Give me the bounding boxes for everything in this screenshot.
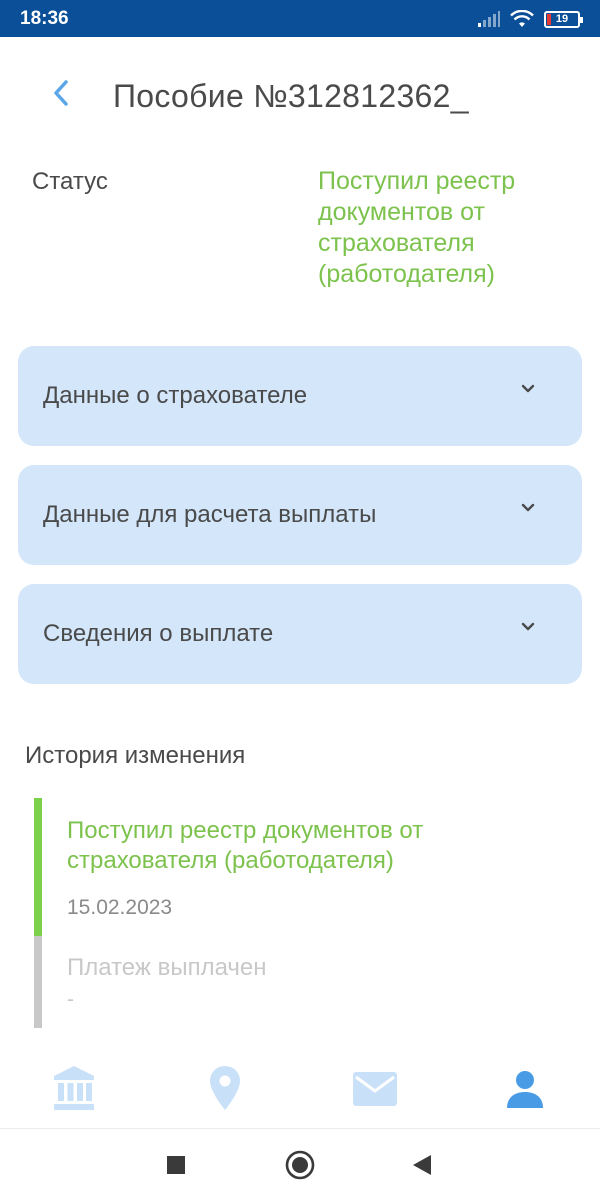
status-value: Поступил реестр документов от страховате… — [318, 167, 516, 288]
accordion-insurer-data[interactable]: Данные о страхователе — [18, 346, 582, 446]
accordion-payment-info[interactable]: Сведения о выплате — [18, 584, 582, 684]
history-title: История изменения — [25, 742, 246, 769]
clock: 18:36 — [20, 8, 69, 29]
accordion-payment-calc-data[interactable]: Данные для расчета выплаты — [18, 465, 582, 565]
battery-level: 19 — [555, 13, 569, 25]
status-bar: 18:36 19 — [0, 0, 600, 37]
signal-icon — [478, 11, 500, 27]
recent-apps-icon[interactable] — [166, 1155, 186, 1175]
chevron-down-icon — [521, 384, 535, 393]
back-button[interactable] — [46, 76, 76, 110]
history-item-date: 15.02.2023 — [67, 896, 173, 919]
accordion-label: Данные о страхователе — [43, 382, 308, 409]
status-icons: 19 — [478, 8, 583, 30]
status-label: Статус — [32, 168, 108, 195]
profile-icon[interactable] — [505, 1070, 545, 1110]
history-item-text: Поступил реестр документов от страховате… — [67, 817, 424, 874]
history-timeline-done — [34, 798, 42, 936]
wifi-icon — [510, 10, 534, 27]
accordion-label: Данные для расчета выплаты — [43, 501, 377, 528]
back-nav-icon[interactable] — [412, 1154, 432, 1176]
home-icon[interactable] — [285, 1150, 315, 1180]
history-timeline-pending — [34, 936, 42, 1028]
mail-icon[interactable] — [352, 1071, 398, 1107]
chevron-down-icon — [521, 622, 535, 631]
history-item-text: Платеж выплачен — [67, 954, 267, 981]
page-title: Пособие №312812362_ — [113, 78, 469, 114]
battery-icon: 19 — [544, 10, 583, 28]
history-item-date: - — [67, 988, 74, 1011]
chevron-left-icon — [54, 80, 68, 106]
system-nav-bar — [0, 1128, 600, 1199]
chevron-down-icon — [521, 503, 535, 512]
accordion-label: Сведения о выплате — [43, 620, 274, 647]
bank-icon[interactable] — [52, 1064, 96, 1112]
location-pin-icon[interactable] — [208, 1064, 242, 1112]
